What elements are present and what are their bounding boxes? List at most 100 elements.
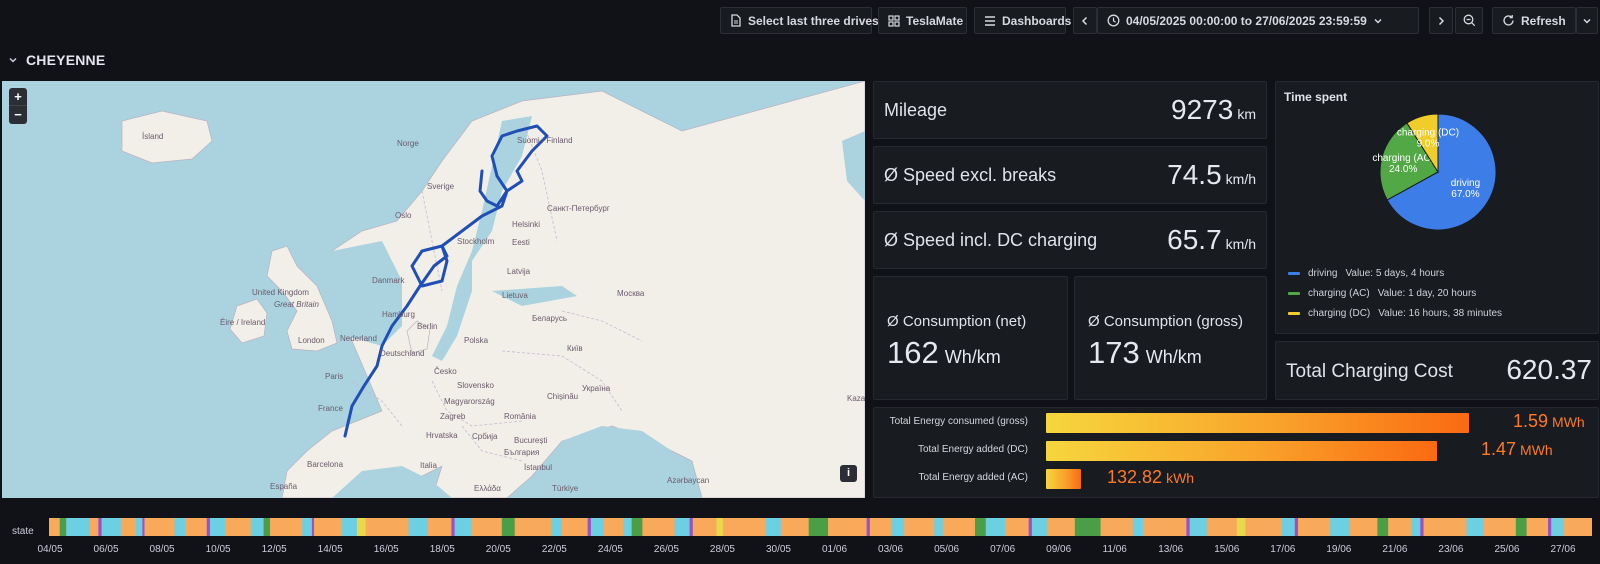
state-segment[interactable] <box>270 518 303 536</box>
legend-item[interactable]: driving Value: 5 days, 4 hours <box>1288 268 1444 279</box>
state-segment[interactable] <box>1515 518 1528 536</box>
state-segment[interactable] <box>1294 518 1299 536</box>
state-segment[interactable] <box>471 518 503 536</box>
state-segment[interactable] <box>674 518 691 536</box>
state-segment[interactable] <box>66 518 91 536</box>
state-segment[interactable] <box>1143 518 1187 536</box>
state-segment[interactable] <box>451 518 456 536</box>
state-segment[interactable] <box>341 518 358 536</box>
select-last-three-drives-button[interactable]: Select last three drives <box>720 7 879 34</box>
state-segment[interactable] <box>365 518 409 536</box>
state-segment[interactable] <box>356 518 367 536</box>
state-segment[interactable] <box>185 518 208 536</box>
state-segment[interactable] <box>1031 518 1048 536</box>
state-segment[interactable] <box>603 518 624 536</box>
map-attribution-button[interactable]: i <box>840 465 857 482</box>
state-segment[interactable] <box>1046 518 1076 536</box>
state-segment[interactable] <box>1297 518 1331 536</box>
state-segment[interactable] <box>590 518 605 536</box>
time-range-picker[interactable]: 04/05/2025 00:00:00 to 27/06/2025 23:59:… <box>1097 7 1419 34</box>
refresh-interval-dropdown[interactable] <box>1576 7 1598 34</box>
state-segment[interactable] <box>587 518 592 536</box>
state-segment[interactable] <box>942 518 976 536</box>
state-segment[interactable] <box>263 518 271 536</box>
state-segment[interactable] <box>551 518 563 536</box>
state-segment[interactable] <box>59 518 67 536</box>
state-segment[interactable] <box>1074 518 1102 536</box>
state-segment[interactable] <box>514 518 552 536</box>
state-segment[interactable] <box>1483 518 1517 536</box>
state-segment[interactable] <box>1564 518 1592 536</box>
state-segment[interactable] <box>314 518 343 536</box>
state-segment[interactable] <box>302 518 313 536</box>
state-segment[interactable] <box>89 518 99 536</box>
state-segment[interactable] <box>1186 518 1191 536</box>
state-segment[interactable] <box>1349 518 1378 536</box>
state-segment[interactable] <box>561 518 589 536</box>
state-segment[interactable] <box>101 518 122 536</box>
map-zoom-in-button[interactable]: + <box>9 88 27 106</box>
state-segment[interactable] <box>144 518 176 536</box>
state-segment[interactable] <box>98 518 103 536</box>
state-segment[interactable] <box>135 518 143 536</box>
map-zoom-out-button[interactable]: − <box>9 106 27 124</box>
state-segment[interactable] <box>1423 518 1467 536</box>
state-segment[interactable] <box>224 518 252 536</box>
state-segment[interactable] <box>765 518 782 536</box>
dashboards-button[interactable]: Dashboards <box>974 7 1071 34</box>
state-segment[interactable] <box>1330 518 1350 536</box>
state-segment[interactable] <box>1236 518 1246 536</box>
legend-item[interactable]: charging (DC) Value: 16 hours, 38 minutes <box>1288 308 1502 319</box>
state-segment[interactable] <box>866 518 871 536</box>
state-timeline[interactable] <box>49 518 1592 536</box>
state-segment[interactable] <box>891 518 905 536</box>
teslamate-button[interactable]: TeslaMate <box>878 7 967 34</box>
state-segment[interactable] <box>808 518 829 536</box>
state-segment[interactable] <box>1206 518 1238 536</box>
state-segment[interactable] <box>1551 518 1565 536</box>
state-segment[interactable] <box>1100 518 1134 536</box>
legend-item[interactable]: charging (AC) Value: 1 day, 20 hours <box>1288 288 1476 299</box>
state-segment[interactable] <box>975 518 987 536</box>
state-segment[interactable] <box>1377 518 1389 536</box>
state-segment[interactable] <box>985 518 1006 536</box>
state-segment[interactable] <box>1548 518 1552 536</box>
state-segment[interactable] <box>631 518 643 536</box>
state-segment[interactable] <box>408 518 429 536</box>
state-segment[interactable] <box>120 518 137 536</box>
state-segment[interactable] <box>209 518 226 536</box>
state-segment[interactable] <box>692 518 717 536</box>
state-segment[interactable] <box>1028 518 1033 536</box>
state-segment[interactable] <box>689 518 694 536</box>
state-segment[interactable] <box>427 518 452 536</box>
state-segment[interactable] <box>206 518 211 536</box>
state-segment[interactable] <box>828 518 868 536</box>
state-segment[interactable] <box>250 518 265 536</box>
state-segment[interactable] <box>1526 518 1549 536</box>
time-shift-forward-button[interactable] <box>1429 7 1453 34</box>
state-segment[interactable] <box>454 518 473 536</box>
state-segment[interactable] <box>1388 518 1413 536</box>
state-segment[interactable] <box>1411 518 1421 536</box>
row-title-toggle[interactable]: CHEYENNE <box>8 52 105 68</box>
state-segment[interactable] <box>934 518 944 536</box>
state-segment[interactable] <box>780 518 810 536</box>
zoom-out-time-button[interactable] <box>1455 7 1483 34</box>
state-segment[interactable] <box>1132 518 1144 536</box>
state-segment[interactable] <box>1420 518 1425 536</box>
state-segment[interactable] <box>174 518 186 536</box>
state-segment[interactable] <box>49 518 61 536</box>
state-segment[interactable] <box>722 518 767 536</box>
drive-map[interactable]: Ísland Norge Sverige Oslo Suomi / Finlan… <box>2 81 865 498</box>
state-segment[interactable] <box>869 518 892 536</box>
state-segment[interactable] <box>501 518 516 536</box>
time-shift-back-button[interactable] <box>1073 7 1097 34</box>
state-segment[interactable] <box>1189 518 1208 536</box>
state-segment[interactable] <box>623 518 633 536</box>
state-segment[interactable] <box>642 518 676 536</box>
state-segment[interactable] <box>1281 518 1296 536</box>
state-segment[interactable] <box>904 518 935 536</box>
state-segment[interactable] <box>1005 518 1030 536</box>
state-segment[interactable] <box>716 518 724 536</box>
state-segment[interactable] <box>1245 518 1283 536</box>
